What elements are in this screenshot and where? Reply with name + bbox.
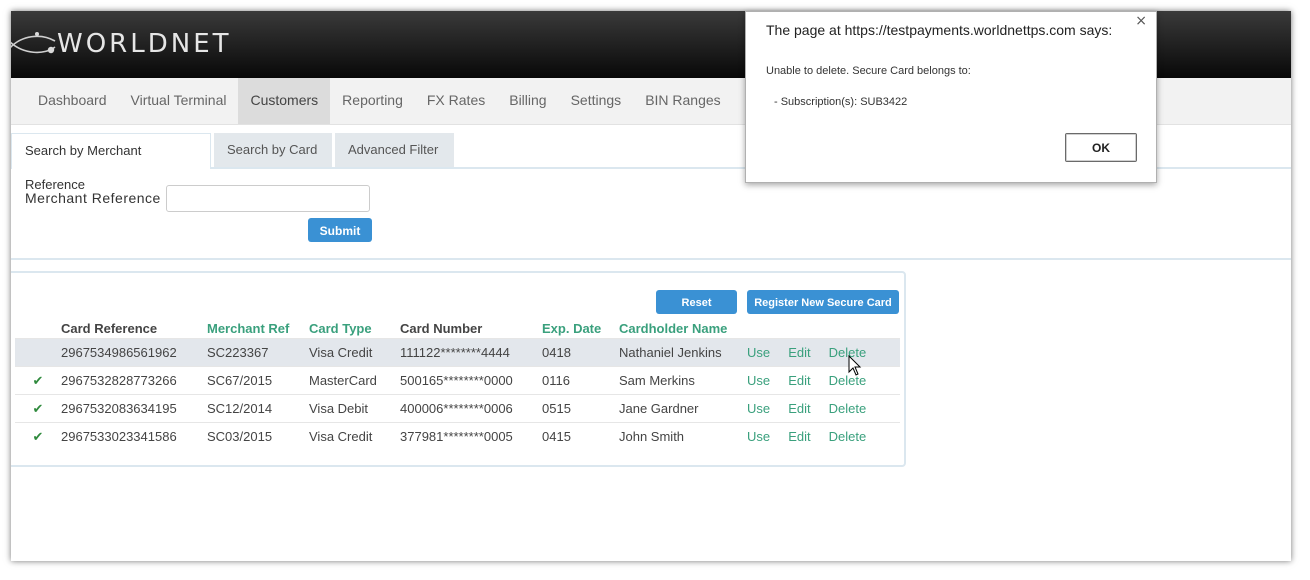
nav-settings[interactable]: Settings — [559, 78, 634, 124]
cell-merchant-ref: SC223367 — [207, 338, 309, 367]
table-row[interactable]: 2967534986561962 SC223367 Visa Credit 11… — [15, 338, 900, 367]
tab-search-by-card[interactable]: Search by Card — [214, 133, 332, 167]
edit-link[interactable]: Edit — [788, 345, 810, 360]
cell-cardholder-name: Nathaniel Jenkins — [619, 338, 747, 367]
cell-card-type: Visa Credit — [309, 422, 400, 450]
nav-reporting[interactable]: Reporting — [330, 78, 415, 124]
tab-advanced-filter[interactable]: Advanced Filter — [335, 133, 454, 167]
header-actions — [747, 318, 900, 339]
cell-card-type: Visa Credit — [309, 338, 400, 367]
row-check-icon: ✔ — [15, 422, 61, 450]
merchant-reference-input[interactable] — [166, 185, 370, 212]
delete-link[interactable]: Delete — [829, 429, 867, 444]
cell-cardholder-name: John Smith — [619, 422, 747, 450]
cell-actions: Use Edit Delete — [747, 366, 900, 395]
row-check-icon — [15, 338, 61, 367]
nav-billing[interactable]: Billing — [497, 78, 558, 124]
row-check-icon: ✔ — [15, 394, 61, 423]
cell-card-reference: 2967533023341586 — [61, 422, 207, 450]
mouse-cursor-icon — [848, 355, 862, 376]
edit-link[interactable]: Edit — [788, 373, 810, 388]
cell-cardholder-name: Sam Merkins — [619, 366, 747, 395]
cell-merchant-ref: SC03/2015 — [207, 422, 309, 450]
use-link[interactable]: Use — [747, 373, 770, 388]
cell-card-number: 500165********0000 — [400, 366, 542, 395]
header-card-number[interactable]: Card Number — [400, 318, 542, 339]
dialog-message: Unable to delete. Secure Card belongs to… — [766, 65, 971, 77]
nav-virtual-terminal[interactable]: Virtual Terminal — [119, 78, 239, 124]
cell-exp-date: 0515 — [542, 394, 619, 423]
table-header-row: Card Reference Merchant Ref Card Type Ca… — [15, 318, 900, 339]
cell-card-reference: 2967532083634195 — [61, 394, 207, 423]
delete-link[interactable]: Delete — [829, 401, 867, 416]
results-panel: Reset Search Register New Secure Card Ca… — [11, 271, 906, 467]
cell-card-reference: 2967532828773266 — [61, 366, 207, 395]
cell-merchant-ref: SC67/2015 — [207, 366, 309, 395]
cell-merchant-ref: SC12/2014 — [207, 394, 309, 423]
cell-actions: Use Edit Delete — [747, 338, 900, 367]
alert-dialog: The page at https://testpayments.worldne… — [745, 11, 1157, 183]
edit-link[interactable]: Edit — [788, 401, 810, 416]
close-icon[interactable]: × — [1135, 13, 1147, 29]
register-new-secure-card-button[interactable]: Register New Secure Card — [747, 290, 899, 314]
cell-exp-date: 0415 — [542, 422, 619, 450]
globe-orbit-icon — [11, 32, 56, 54]
header-card-type[interactable]: Card Type — [309, 318, 400, 339]
header-merchant-ref[interactable]: Merchant Ref — [207, 318, 309, 339]
nav-fx-rates[interactable]: FX Rates — [415, 78, 497, 124]
tab-search-by-merchant-reference[interactable]: Search by Merchant Reference — [11, 133, 211, 192]
nav-dashboard[interactable]: Dashboard — [26, 78, 119, 124]
use-link[interactable]: Use — [747, 401, 770, 416]
table-row[interactable]: ✔ 2967532083634195 SC12/2014 Visa Debit … — [15, 394, 900, 423]
cell-cardholder-name: Jane Gardner — [619, 394, 747, 423]
dialog-detail: - Subscription(s): SUB3422 — [774, 96, 908, 108]
header-exp-date[interactable]: Exp. Date — [542, 318, 619, 339]
cell-card-reference: 2967534986561962 — [61, 338, 207, 367]
row-check-icon: ✔ — [15, 366, 61, 395]
header-cardholder-name[interactable]: Cardholder Name — [619, 318, 747, 339]
cell-card-number: 111122********4444 — [400, 338, 542, 367]
reset-search-button[interactable]: Reset Search — [656, 290, 737, 333]
use-link[interactable]: Use — [747, 345, 770, 360]
use-link[interactable]: Use — [747, 429, 770, 444]
header-select — [15, 318, 61, 339]
header-card-reference[interactable]: Card Reference — [61, 318, 207, 339]
cell-card-number: 400006********0006 — [400, 394, 542, 423]
ok-button[interactable]: OK — [1065, 133, 1137, 162]
cell-card-type: MasterCard — [309, 366, 400, 395]
merchant-reference-label: Merchant Reference — [25, 190, 161, 206]
worldnet-logo[interactable]: WORLDNET — [11, 27, 232, 61]
submit-button[interactable]: Submit — [308, 218, 372, 242]
table-row[interactable]: ✔ 2967532828773266 SC67/2015 MasterCard … — [15, 366, 900, 395]
secure-cards-table: Card Reference Merchant Ref Card Type Ca… — [15, 318, 900, 450]
table-row[interactable]: ✔ 2967533023341586 SC03/2015 Visa Credit… — [15, 422, 900, 450]
nav-customers[interactable]: Customers — [238, 78, 331, 124]
cell-exp-date: 0116 — [542, 366, 619, 395]
logo-text: WORLDNET — [57, 29, 232, 59]
cell-actions: Use Edit Delete — [747, 394, 900, 423]
cell-card-number: 377981********0005 — [400, 422, 542, 450]
nav-bin-ranges[interactable]: BIN Ranges — [633, 78, 732, 124]
cell-exp-date: 0418 — [542, 338, 619, 367]
cell-actions: Use Edit Delete — [747, 422, 900, 450]
cell-card-type: Visa Debit — [309, 394, 400, 423]
edit-link[interactable]: Edit — [788, 429, 810, 444]
dialog-title: The page at https://testpayments.worldne… — [766, 22, 1113, 38]
